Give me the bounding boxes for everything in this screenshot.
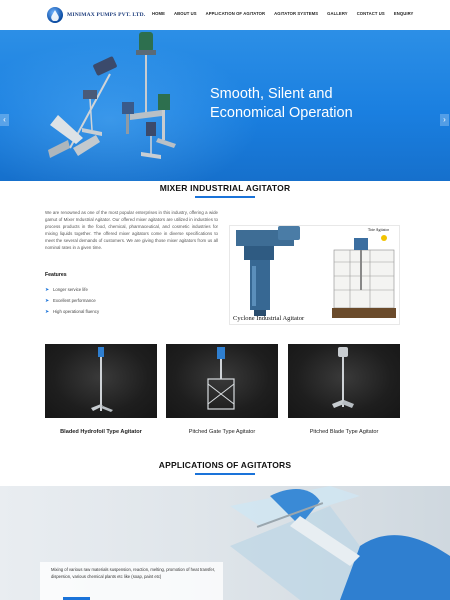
- feature-label: Longer service life: [53, 287, 88, 292]
- nav-about-us[interactable]: ABOUT US: [174, 11, 197, 16]
- nav-gallery[interactable]: GALLERY: [327, 11, 348, 16]
- product-card-title[interactable]: Pitched Gate Type Agitator: [166, 429, 278, 435]
- chevron-left-icon[interactable]: ‹: [0, 114, 9, 126]
- section-title-mixer: MIXER INDUSTRIAL AGITATOR: [159, 183, 291, 193]
- section-title-underline: [195, 473, 255, 475]
- photo-caption: Cyclone Industrial Agitator: [233, 315, 305, 322]
- gate-agitator-image: [207, 347, 235, 410]
- product-card-title[interactable]: Bladed Hydrofoil Type Agitator: [45, 429, 157, 435]
- hero-title-line-1: Smooth, Silent and: [210, 86, 333, 102]
- feature-item: ➤ Excellent performance: [45, 295, 99, 306]
- photo-tag: Tote Agitator: [367, 227, 389, 232]
- section-title-applications: APPLICATIONS OF AGITATORS: [158, 460, 292, 470]
- hero-banner: Smooth, Silent and Economical Operation …: [0, 30, 450, 181]
- nav-home[interactable]: HOME: [152, 11, 165, 16]
- thumbs-up-icon: ➤: [45, 308, 50, 315]
- logo[interactable]: MINIMAX PUMPS PVT. LTD.: [47, 5, 145, 25]
- product-card-image[interactable]: [45, 344, 157, 418]
- thumbs-up-icon: ➤: [45, 286, 50, 293]
- nav-agitator-systems[interactable]: AGITATOR SYSTEMS: [274, 11, 318, 16]
- hero-title-line-2: Economical Operation: [210, 105, 353, 121]
- features-heading: Features: [45, 272, 67, 278]
- feature-item: ➤ Longer service life: [45, 284, 99, 295]
- product-card-title[interactable]: Pitched Blade Type Agitator: [288, 429, 400, 435]
- product-card-image[interactable]: [166, 344, 278, 418]
- site-header: MINIMAX PUMPS PVT. LTD. HOME ABOUT US AP…: [0, 0, 450, 30]
- thumbs-up-icon: ➤: [45, 297, 50, 304]
- product-card-image[interactable]: [288, 344, 400, 418]
- hero-agitator-image: [48, 32, 176, 159]
- cyclone-agitator-image: [236, 226, 396, 318]
- nav-application-of-agitator[interactable]: APPLICATION OF AGITATOR: [206, 11, 266, 16]
- feature-item: ➤ High operational fluency: [45, 306, 99, 317]
- features-list: ➤ Longer service life ➤ Excellent perfor…: [45, 284, 99, 317]
- nav-contact-us[interactable]: CONTACT US: [357, 11, 385, 16]
- logo-text: MINIMAX PUMPS PVT. LTD.: [67, 12, 146, 18]
- about-paragraph: We are renowned as one of the most popul…: [45, 210, 218, 250]
- nav-enquiry[interactable]: ENQUIRY: [394, 11, 414, 16]
- section-title-underline: [195, 196, 255, 198]
- feature-label: Excellent performance: [53, 298, 96, 303]
- main-nav: HOME ABOUT US APPLICATION OF AGITATOR AG…: [152, 11, 422, 16]
- hydrofoil-agitator-image: [91, 347, 113, 412]
- product-photo: Tote Agitator Cyclone Industrial Agitato…: [229, 225, 400, 325]
- applications-text: Mixing of various raw materials suspensi…: [51, 567, 216, 579]
- chevron-right-icon[interactable]: ›: [440, 114, 449, 126]
- logo-icon: [47, 7, 63, 23]
- feature-label: High operational fluency: [53, 309, 100, 314]
- hero-title: Smooth, Silent and Economical Operation: [210, 85, 410, 123]
- pitched-blade-agitator-image: [332, 347, 354, 408]
